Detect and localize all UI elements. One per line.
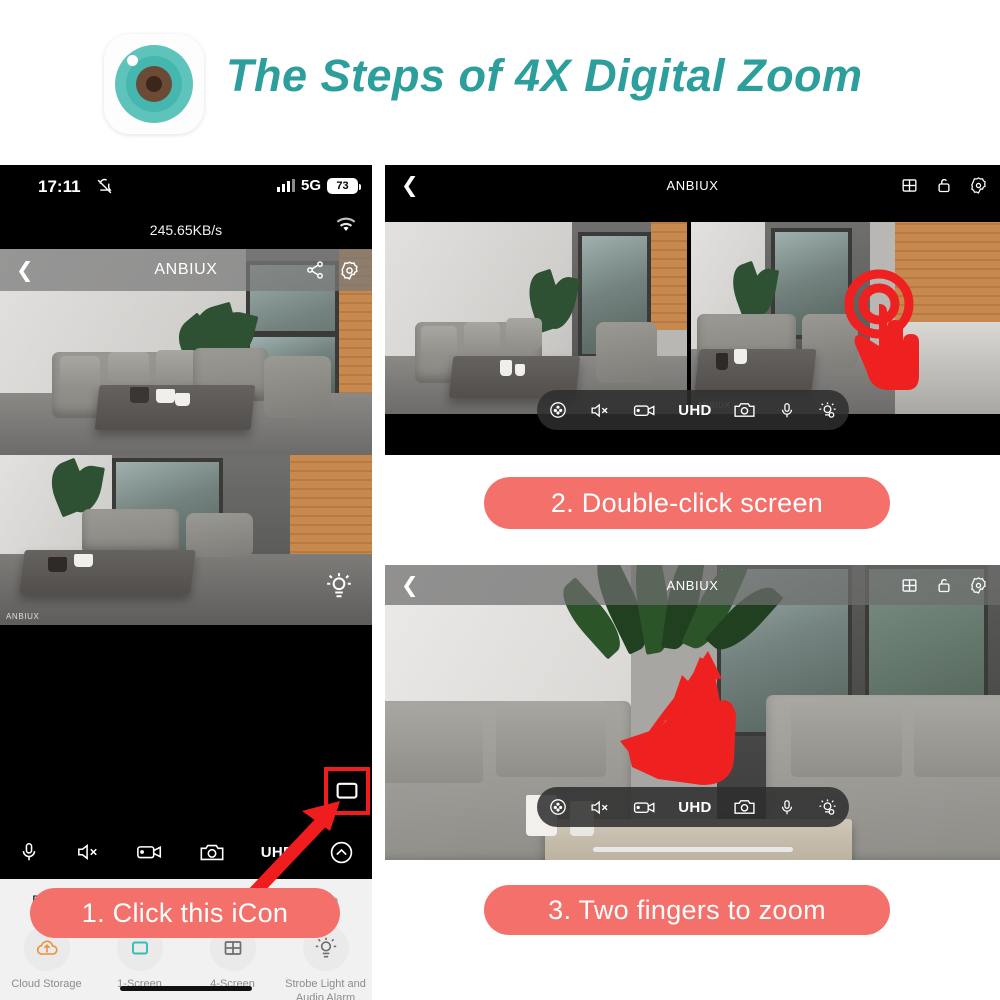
back-button[interactable]: ❮ [401, 575, 419, 596]
network-type: 5G [300, 177, 321, 194]
back-button[interactable]: ❮ [401, 175, 419, 196]
mic-icon[interactable] [18, 841, 40, 863]
status-bar: 17:11 5G 73 [0, 165, 372, 211]
mic-icon[interactable] [778, 401, 796, 420]
ptz-dots-icon[interactable] [548, 400, 568, 420]
home-indicator [120, 986, 252, 991]
video-camera-icon[interactable] [633, 799, 657, 816]
speaker-mute-icon[interactable] [589, 401, 611, 420]
video-camera-icon[interactable] [633, 402, 657, 419]
speaker-mute-icon[interactable] [589, 798, 611, 817]
camera-icon[interactable] [199, 842, 225, 863]
camera-lens-icon [115, 45, 193, 123]
speaker-mute-icon[interactable] [75, 841, 101, 863]
panel-step-3: ❮ ANBIUX UHD [385, 565, 1000, 860]
four-screen-icon[interactable] [900, 576, 919, 595]
video-camera-icon[interactable] [136, 842, 164, 862]
back-button[interactable]: ❮ [16, 260, 34, 281]
gear-icon[interactable] [969, 176, 988, 195]
app-icon [104, 34, 204, 134]
double-tap-hand-icon [844, 269, 919, 390]
resolution-label[interactable]: UHD [678, 799, 711, 816]
feature-label: Strobe Light and Audio Alarm [285, 978, 366, 1000]
strobe-light-icon[interactable] [817, 797, 838, 818]
panel2-navbar: ❮ ANBIUX [385, 165, 1000, 205]
mic-icon[interactable] [778, 798, 796, 817]
strobe-light-icon[interactable] [324, 570, 354, 600]
panel-step-1: 17:11 5G 73 245.65KB/s ❮ ANBIUX ANBIUX U… [0, 165, 372, 1000]
camera-icon[interactable] [733, 401, 756, 419]
panel-step-2: ❮ ANBIUX UHD [385, 165, 1000, 455]
gear-icon[interactable] [969, 576, 988, 595]
status-time: 17:11 [38, 177, 81, 196]
panel1-navbar: ❮ ANBIUX [0, 249, 372, 291]
wifi-icon [336, 217, 356, 231]
ptz-dots-icon[interactable] [548, 797, 568, 817]
page-title: The Steps of 4X Digital Zoom [226, 50, 863, 101]
callout-step-1: 1. Click this iCon [30, 888, 340, 938]
bell-slash-icon [97, 178, 112, 194]
status-right-cluster: 5G 73 [276, 177, 361, 194]
panel3-navbar: ❮ ANBIUX [385, 565, 1000, 605]
lens-highlight [127, 55, 138, 66]
callout-step-2: 2. Double-click screen [484, 477, 890, 529]
feature-label: Cloud Storage [11, 978, 82, 990]
share-icon[interactable] [305, 260, 325, 280]
camera-icon[interactable] [733, 798, 756, 816]
video-watermark: ANBIUX [6, 612, 40, 621]
gear-icon[interactable] [339, 260, 360, 281]
panel2-toolbar: UHD [537, 390, 849, 430]
resolution-label[interactable]: UHD [678, 402, 711, 419]
callout-step-3: 3. Two fingers to zoom [484, 885, 890, 935]
network-speed: 245.65KB/s [0, 211, 372, 249]
strobe-light-icon[interactable] [817, 400, 838, 421]
pinch-zoom-hand-icon [620, 651, 736, 785]
lock-icon[interactable] [935, 176, 953, 195]
four-screen-icon[interactable] [900, 176, 919, 195]
home-indicator [592, 847, 793, 852]
pointer-arrow-step-1 [247, 801, 340, 900]
page-header: The Steps of 4X Digital Zoom [0, 0, 1000, 155]
camera-view-bottom[interactable]: ANBIUX [0, 455, 372, 625]
lock-icon[interactable] [935, 576, 953, 595]
battery-indicator: 73 [327, 177, 361, 194]
camera-view-left[interactable] [385, 222, 687, 414]
panel3-toolbar: UHD [537, 787, 849, 827]
battery-level: 73 [336, 179, 349, 192]
signal-bars-icon [276, 179, 295, 192]
